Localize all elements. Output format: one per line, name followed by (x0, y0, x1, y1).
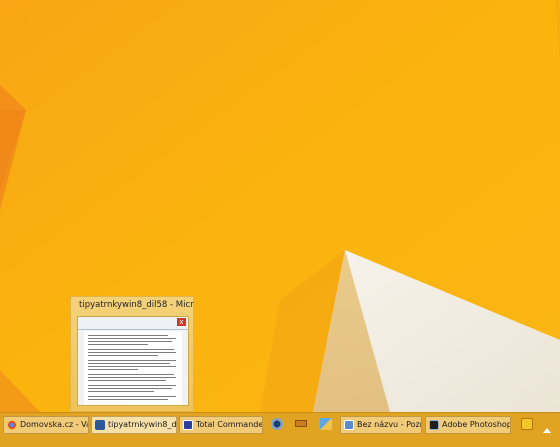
text-line (88, 360, 176, 361)
text-line (88, 377, 176, 378)
thumbnail-document-page (84, 331, 182, 405)
text-line (88, 363, 170, 364)
text-line (88, 335, 168, 336)
total-commander-icon (183, 420, 193, 430)
text-line (88, 355, 158, 356)
text-line (88, 399, 168, 400)
taskbar-item-label: Total Commander (x... (196, 420, 263, 429)
taskbar-item-label: Bez názvu - Poznám... (357, 420, 421, 429)
steam-icon[interactable] (271, 418, 283, 430)
photoshop-icon (429, 420, 439, 430)
thumbnail-ribbon (78, 317, 188, 330)
text-line (88, 369, 138, 370)
taskbar-item-label: Domovska.cz - Vaše ... (20, 420, 88, 429)
show-hidden-icons-icon[interactable] (543, 428, 551, 433)
chrome-icon (7, 420, 17, 430)
thumbnail-title: tipyatrnkywin8_dil58 - Microsoft Word (79, 300, 194, 310)
notepad-icon (344, 420, 354, 430)
text-line (88, 341, 172, 342)
taskbar-item-chrome[interactable]: Domovska.cz - Vaše ... (3, 416, 89, 434)
taskbar-item-notepad[interactable]: Bez názvu - Poznám... (340, 416, 422, 434)
text-line (88, 338, 176, 339)
text-line (88, 349, 174, 350)
taskbar-item-word[interactable]: tipyatrnkywin8_dil58 ... (91, 416, 177, 434)
taskbar-item-label: tipyatrnkywin8_dil58 ... (108, 420, 177, 429)
text-line (88, 374, 174, 375)
thumbnail-close-button[interactable]: x (177, 318, 186, 326)
keyboard-icon[interactable] (295, 420, 307, 427)
text-line (88, 391, 154, 392)
text-line (88, 366, 176, 367)
taskbar-item-total-commander[interactable]: Total Commander (x... (179, 416, 263, 434)
paint-icon[interactable] (320, 418, 332, 430)
taskbar-item-photoshop[interactable]: Adobe Photoshop C... (425, 416, 511, 434)
text-line (88, 380, 166, 381)
text-line (88, 385, 176, 386)
yellow-app-icon[interactable] (521, 418, 533, 430)
text-line (88, 396, 176, 397)
taskbar: Domovska.cz - Vaše ... tipyatrnkywin8_di… (0, 412, 560, 447)
text-line (88, 344, 148, 345)
taskbar-thumbnail-preview[interactable]: tipyatrnkywin8_dil58 - Microsoft Word x (70, 296, 194, 412)
word-icon (95, 420, 105, 430)
taskbar-item-label: Adobe Photoshop C... (442, 420, 511, 429)
thumbnail-window-preview[interactable]: x (77, 316, 189, 406)
text-line (88, 352, 176, 353)
text-line (88, 388, 172, 389)
